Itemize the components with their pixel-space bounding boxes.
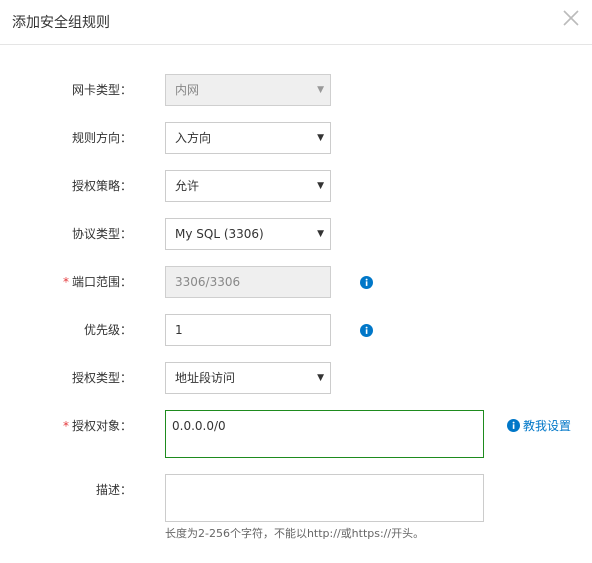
info-icon[interactable] <box>360 324 373 337</box>
description-textarea[interactable] <box>165 474 484 522</box>
auth-target-textarea[interactable]: 0.0.0.0/0 <box>165 410 484 458</box>
dropdown-arrow-icon: ▼ <box>317 229 324 239</box>
info-icon[interactable] <box>360 276 373 289</box>
add-security-group-rule-dialog: 添加安全组规则 网卡类型： 内网 ▼ 规则方向： 入方向 ▼ 授权策略： 允许 … <box>0 0 592 563</box>
dialog-header: 添加安全组规则 <box>0 0 592 45</box>
dropdown-arrow-icon: ▼ <box>317 133 324 143</box>
priority-label: 优先级： <box>83 323 132 337</box>
nic-type-label: 网卡类型： <box>71 83 132 97</box>
auth-type-select[interactable]: 地址段访问 ▼ <box>165 362 331 394</box>
dropdown-arrow-icon: ▼ <box>317 373 324 383</box>
dialog-title: 添加安全组规则 <box>12 15 110 31</box>
auth-target-label: * 授权对象： <box>62 419 132 433</box>
direction-label: 规则方向： <box>71 131 132 145</box>
auth-type-label: 授权类型： <box>71 371 132 385</box>
nic-type-select: 内网 ▼ <box>165 74 331 106</box>
direction-select[interactable]: 入方向 ▼ <box>165 122 331 154</box>
port-range-value: 3306/3306 <box>175 275 241 289</box>
info-icon <box>507 419 520 432</box>
direction-value: 入方向 <box>175 131 212 145</box>
auth-type-value: 地址段访问 <box>175 371 236 385</box>
dropdown-arrow-icon: ▼ <box>317 85 324 95</box>
priority-value: 1 <box>175 323 183 337</box>
priority-input[interactable]: 1 <box>165 314 331 346</box>
help-setup-link[interactable]: 教我设置 <box>507 418 571 434</box>
policy-select[interactable]: 允许 ▼ <box>165 170 331 202</box>
policy-label: 授权策略： <box>71 179 132 193</box>
port-range-input: 3306/3306 <box>165 266 331 298</box>
required-mark: * <box>62 419 69 433</box>
description-label: 描述： <box>95 483 132 497</box>
protocol-value: My SQL (3306) <box>175 227 264 241</box>
protocol-label: 协议类型： <box>71 227 132 241</box>
policy-value: 允许 <box>175 179 200 193</box>
auth-target-value: 0.0.0.0/0 <box>172 419 226 433</box>
port-range-label: * 端口范围： <box>62 275 132 289</box>
close-icon[interactable] <box>561 8 581 28</box>
nic-type-value: 内网 <box>175 83 200 97</box>
required-mark: * <box>62 275 69 289</box>
protocol-select[interactable]: My SQL (3306) ▼ <box>165 218 331 250</box>
description-hint: 长度为2-256个字符，不能以http://或https://开头。 <box>165 527 425 540</box>
help-setup-label: 教我设置 <box>523 419 572 433</box>
dropdown-arrow-icon: ▼ <box>317 181 324 191</box>
